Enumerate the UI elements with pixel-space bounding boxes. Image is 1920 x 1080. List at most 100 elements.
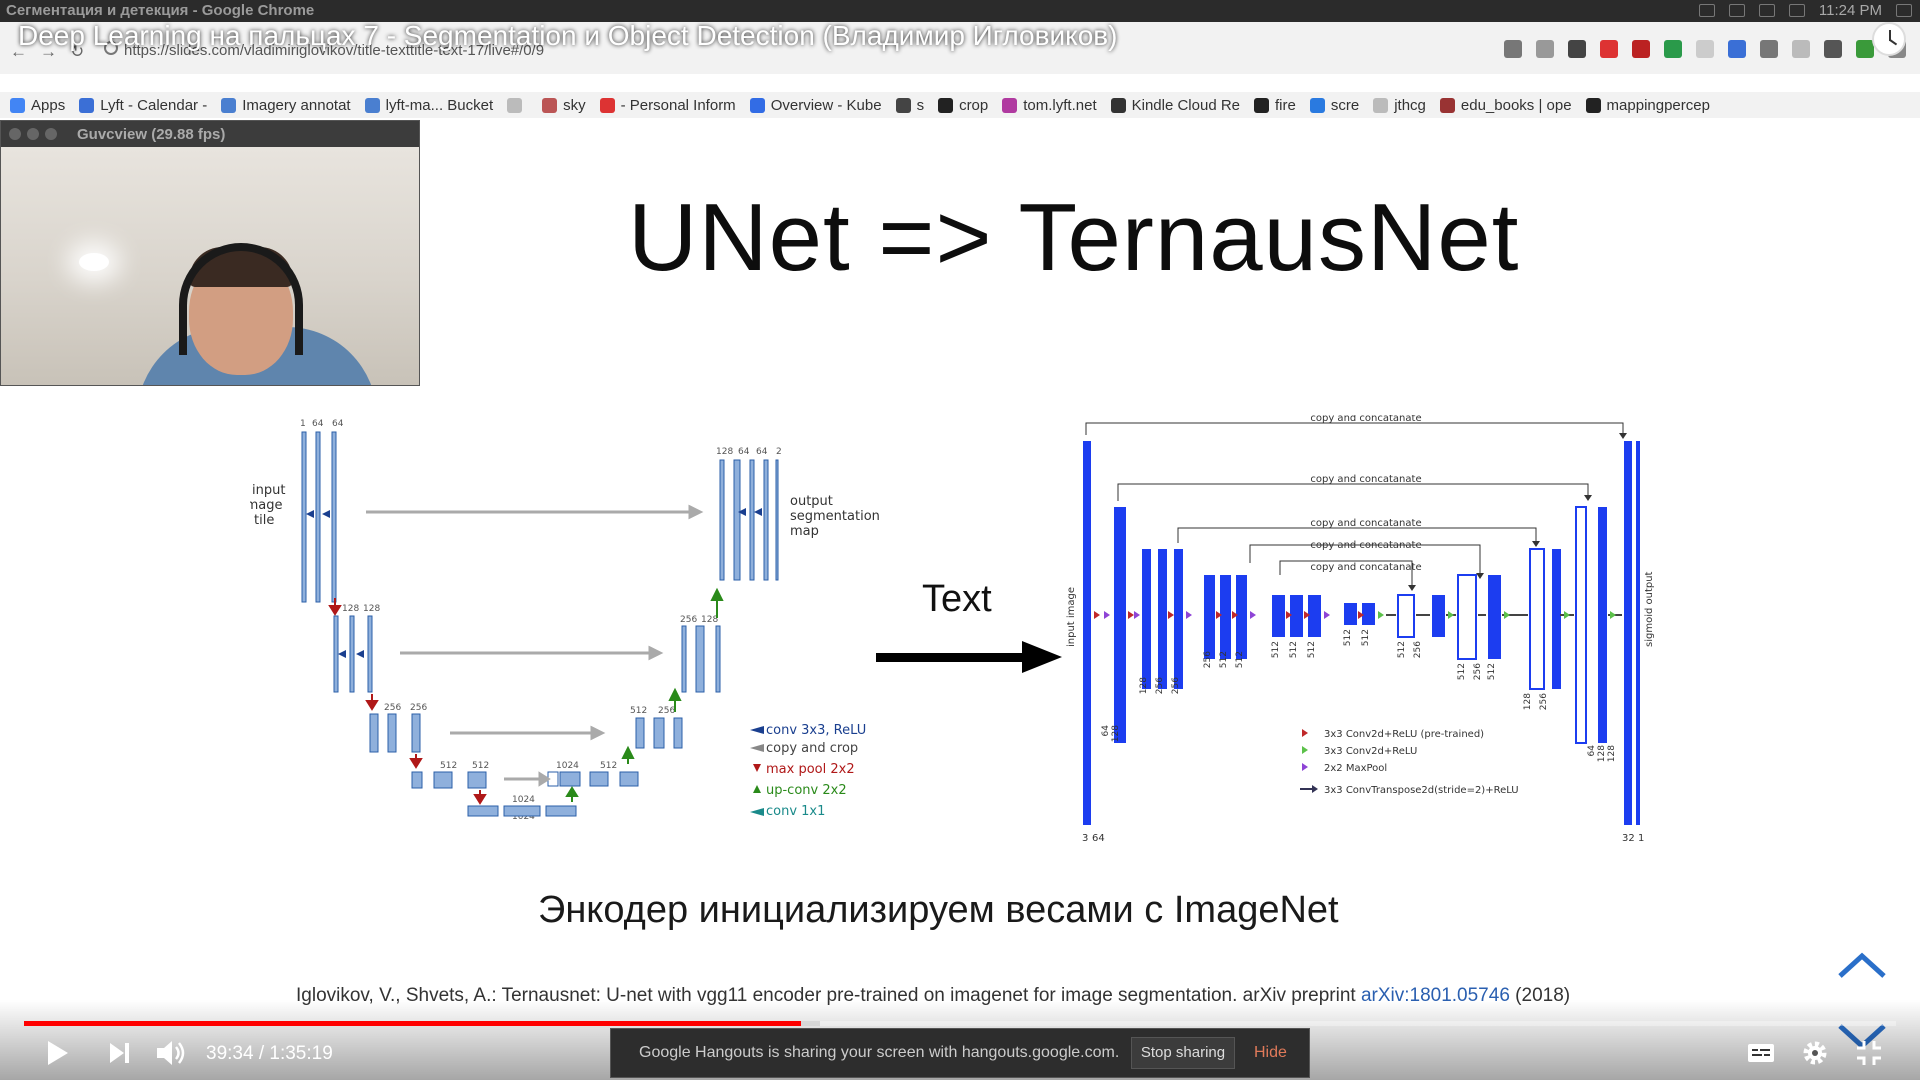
hide-button[interactable]: Hide [1254, 1044, 1287, 1062]
webcam-window[interactable]: Guvcview (29.88 fps) [0, 120, 420, 386]
adblock-icon[interactable] [1600, 40, 1618, 58]
tern-channel-label: 256 [1155, 677, 1165, 694]
unet-input-label-2: image [250, 498, 283, 513]
bookmark-item[interactable]: crop [938, 97, 988, 114]
bookmark-favicon-icon [1002, 97, 1018, 113]
unet-legend-pool: max pool 2x2 [766, 762, 855, 777]
bookmark-item[interactable]: Apps [10, 97, 65, 114]
subtitles-icon[interactable] [1746, 1038, 1776, 1068]
bookmark-item[interactable]: Overview - Kube [749, 97, 882, 114]
bookmark-label: s [916, 96, 925, 114]
headphones [179, 243, 303, 355]
play-icon[interactable] [44, 1038, 72, 1068]
bookmark-favicon-icon [938, 97, 954, 113]
unet-legend-copy: copy and crop [766, 741, 858, 756]
unet-ch: 64 [312, 419, 324, 429]
minimize-icon[interactable] [27, 128, 39, 140]
tern-channel-label: 256 [1539, 693, 1549, 710]
unet-input-label-1: input [252, 483, 285, 498]
wifi-icon[interactable] [1698, 4, 1715, 17]
evernote-icon[interactable] [1856, 40, 1874, 58]
extension-icon[interactable] [1728, 40, 1746, 58]
bookmark-item[interactable]: fire [1254, 97, 1296, 114]
bookmark-label: scre [1330, 96, 1360, 114]
exit-fullscreen-icon[interactable] [1854, 1038, 1884, 1068]
keyboard-layout-icon[interactable] [1728, 4, 1745, 17]
tern-legend-pretrained: 3x3 Conv2d+ReLU (pre-trained) [1324, 729, 1484, 740]
bookmark-favicon-icon [895, 97, 911, 113]
video-title[interactable]: Deep Learning на пальцах 7 - Segmentatio… [18, 20, 1117, 52]
bookmark-item[interactable]: edu_books | ope [1439, 97, 1572, 114]
bookmark-item[interactable]: Imagery annotat [221, 96, 351, 114]
slide-prev-chevron-icon[interactable] [1836, 950, 1888, 980]
volume-tray-icon[interactable] [1788, 4, 1805, 17]
shield-icon[interactable] [1824, 40, 1842, 58]
progress-bar[interactable] [24, 1021, 1896, 1026]
tern-copy-label: copy and concatanate [1310, 415, 1421, 424]
bookmark-label: tom.lyft.net [1023, 96, 1097, 114]
webcam-title: Guvcview (29.88 fps) [77, 125, 226, 143]
settings-tray-icon[interactable] [1896, 4, 1912, 17]
unet-ch: 64 [738, 447, 750, 457]
extension-icon[interactable] [1696, 40, 1714, 58]
close-icon[interactable] [9, 128, 21, 140]
bookmark-item[interactable]: - Personal Inform [599, 96, 736, 114]
bookmark-item[interactable]: scre [1309, 96, 1360, 114]
bookmark-item[interactable]: s [895, 96, 925, 114]
system-clock[interactable]: 11:24 PM [1819, 2, 1882, 19]
tern-input-label: input image [1066, 587, 1077, 647]
bookmark-favicon-icon [364, 97, 380, 113]
bookmarks-bar: Apps Lyft - Calendar - Imagery annotat lyft… [0, 92, 1920, 118]
bookmark-item[interactable]: jthcg [1373, 97, 1426, 114]
battery-icon[interactable] [1758, 4, 1775, 17]
tern-bottom-right: 32 [1622, 833, 1635, 844]
bookmark-item[interactable] [507, 97, 528, 113]
gear-icon[interactable] [1800, 1038, 1830, 1068]
zoom-icon[interactable] [1504, 40, 1522, 58]
extension-icon[interactable] [1760, 40, 1778, 58]
unet-ch: 128 [363, 604, 380, 614]
bookmark-item[interactable]: mappingpercep [1585, 97, 1710, 114]
slide-subtitle: Энкодер инициализируем весами с ImageNet [538, 889, 1339, 931]
unet-ch: 2 [776, 447, 782, 457]
tern-channel-label: 512 [1271, 641, 1281, 658]
webcam-titlebar[interactable]: Guvcview (29.88 fps) [1, 121, 419, 147]
stop-sharing-button[interactable]: Stop sharing [1131, 1037, 1235, 1069]
unet-ch: 512 [472, 761, 489, 771]
webcam-feed [1, 147, 419, 385]
extension-icon[interactable] [1792, 40, 1810, 58]
tern-channel-label: 512 [1361, 629, 1371, 646]
maximize-icon[interactable] [45, 128, 57, 140]
bookmark-label: - Personal Inform [620, 96, 736, 114]
bookmark-item[interactable]: Lyft - Calendar - [79, 97, 207, 114]
bookmark-favicon-icon [221, 97, 237, 113]
bookmark-star-icon[interactable] [1536, 40, 1554, 58]
extension-icon[interactable] [1632, 40, 1650, 58]
grammarly-icon[interactable] [1664, 40, 1682, 58]
progress-played [24, 1021, 801, 1026]
tern-channel-label: 512 [1397, 641, 1407, 658]
next-icon[interactable] [106, 1038, 134, 1068]
tern-channel-label: 512 [1289, 641, 1299, 658]
unet-legend-conv1x1: conv 1x1 [766, 804, 825, 819]
bookmark-label: Imagery annotat [242, 96, 351, 114]
unet-ch: 1024 [512, 795, 535, 805]
unet-output-label-2: segmentation [790, 509, 880, 524]
tern-channel-label: 256 [1413, 641, 1423, 658]
bookmark-item[interactable]: Kindle Cloud Re [1110, 97, 1240, 114]
tern-output-label: sigmoid output [1644, 571, 1655, 647]
unet-ch: 256 [680, 615, 697, 625]
hangouts-share-banner: Google Hangouts is sharing your screen w… [610, 1028, 1310, 1078]
bookmark-item[interactable]: sky [542, 97, 586, 114]
window-title: Сегментация и детекция - Google Chrome [6, 2, 315, 19]
watch-later-icon[interactable] [1872, 22, 1906, 56]
bookmark-favicon-icon [542, 97, 558, 113]
unet-ch: 256 [384, 703, 401, 713]
tern-channel-label: 128 [1597, 745, 1607, 762]
volume-icon[interactable] [154, 1038, 190, 1068]
tern-legend-conv: 3x3 Conv2d+ReLU [1324, 746, 1417, 757]
bookmark-item[interactable]: lyft-ma... Bucket [364, 97, 493, 114]
extension-icon[interactable] [1568, 40, 1586, 58]
tern-channel-label: 128 [1607, 745, 1617, 762]
bookmark-item[interactable]: tom.lyft.net [1002, 96, 1097, 114]
